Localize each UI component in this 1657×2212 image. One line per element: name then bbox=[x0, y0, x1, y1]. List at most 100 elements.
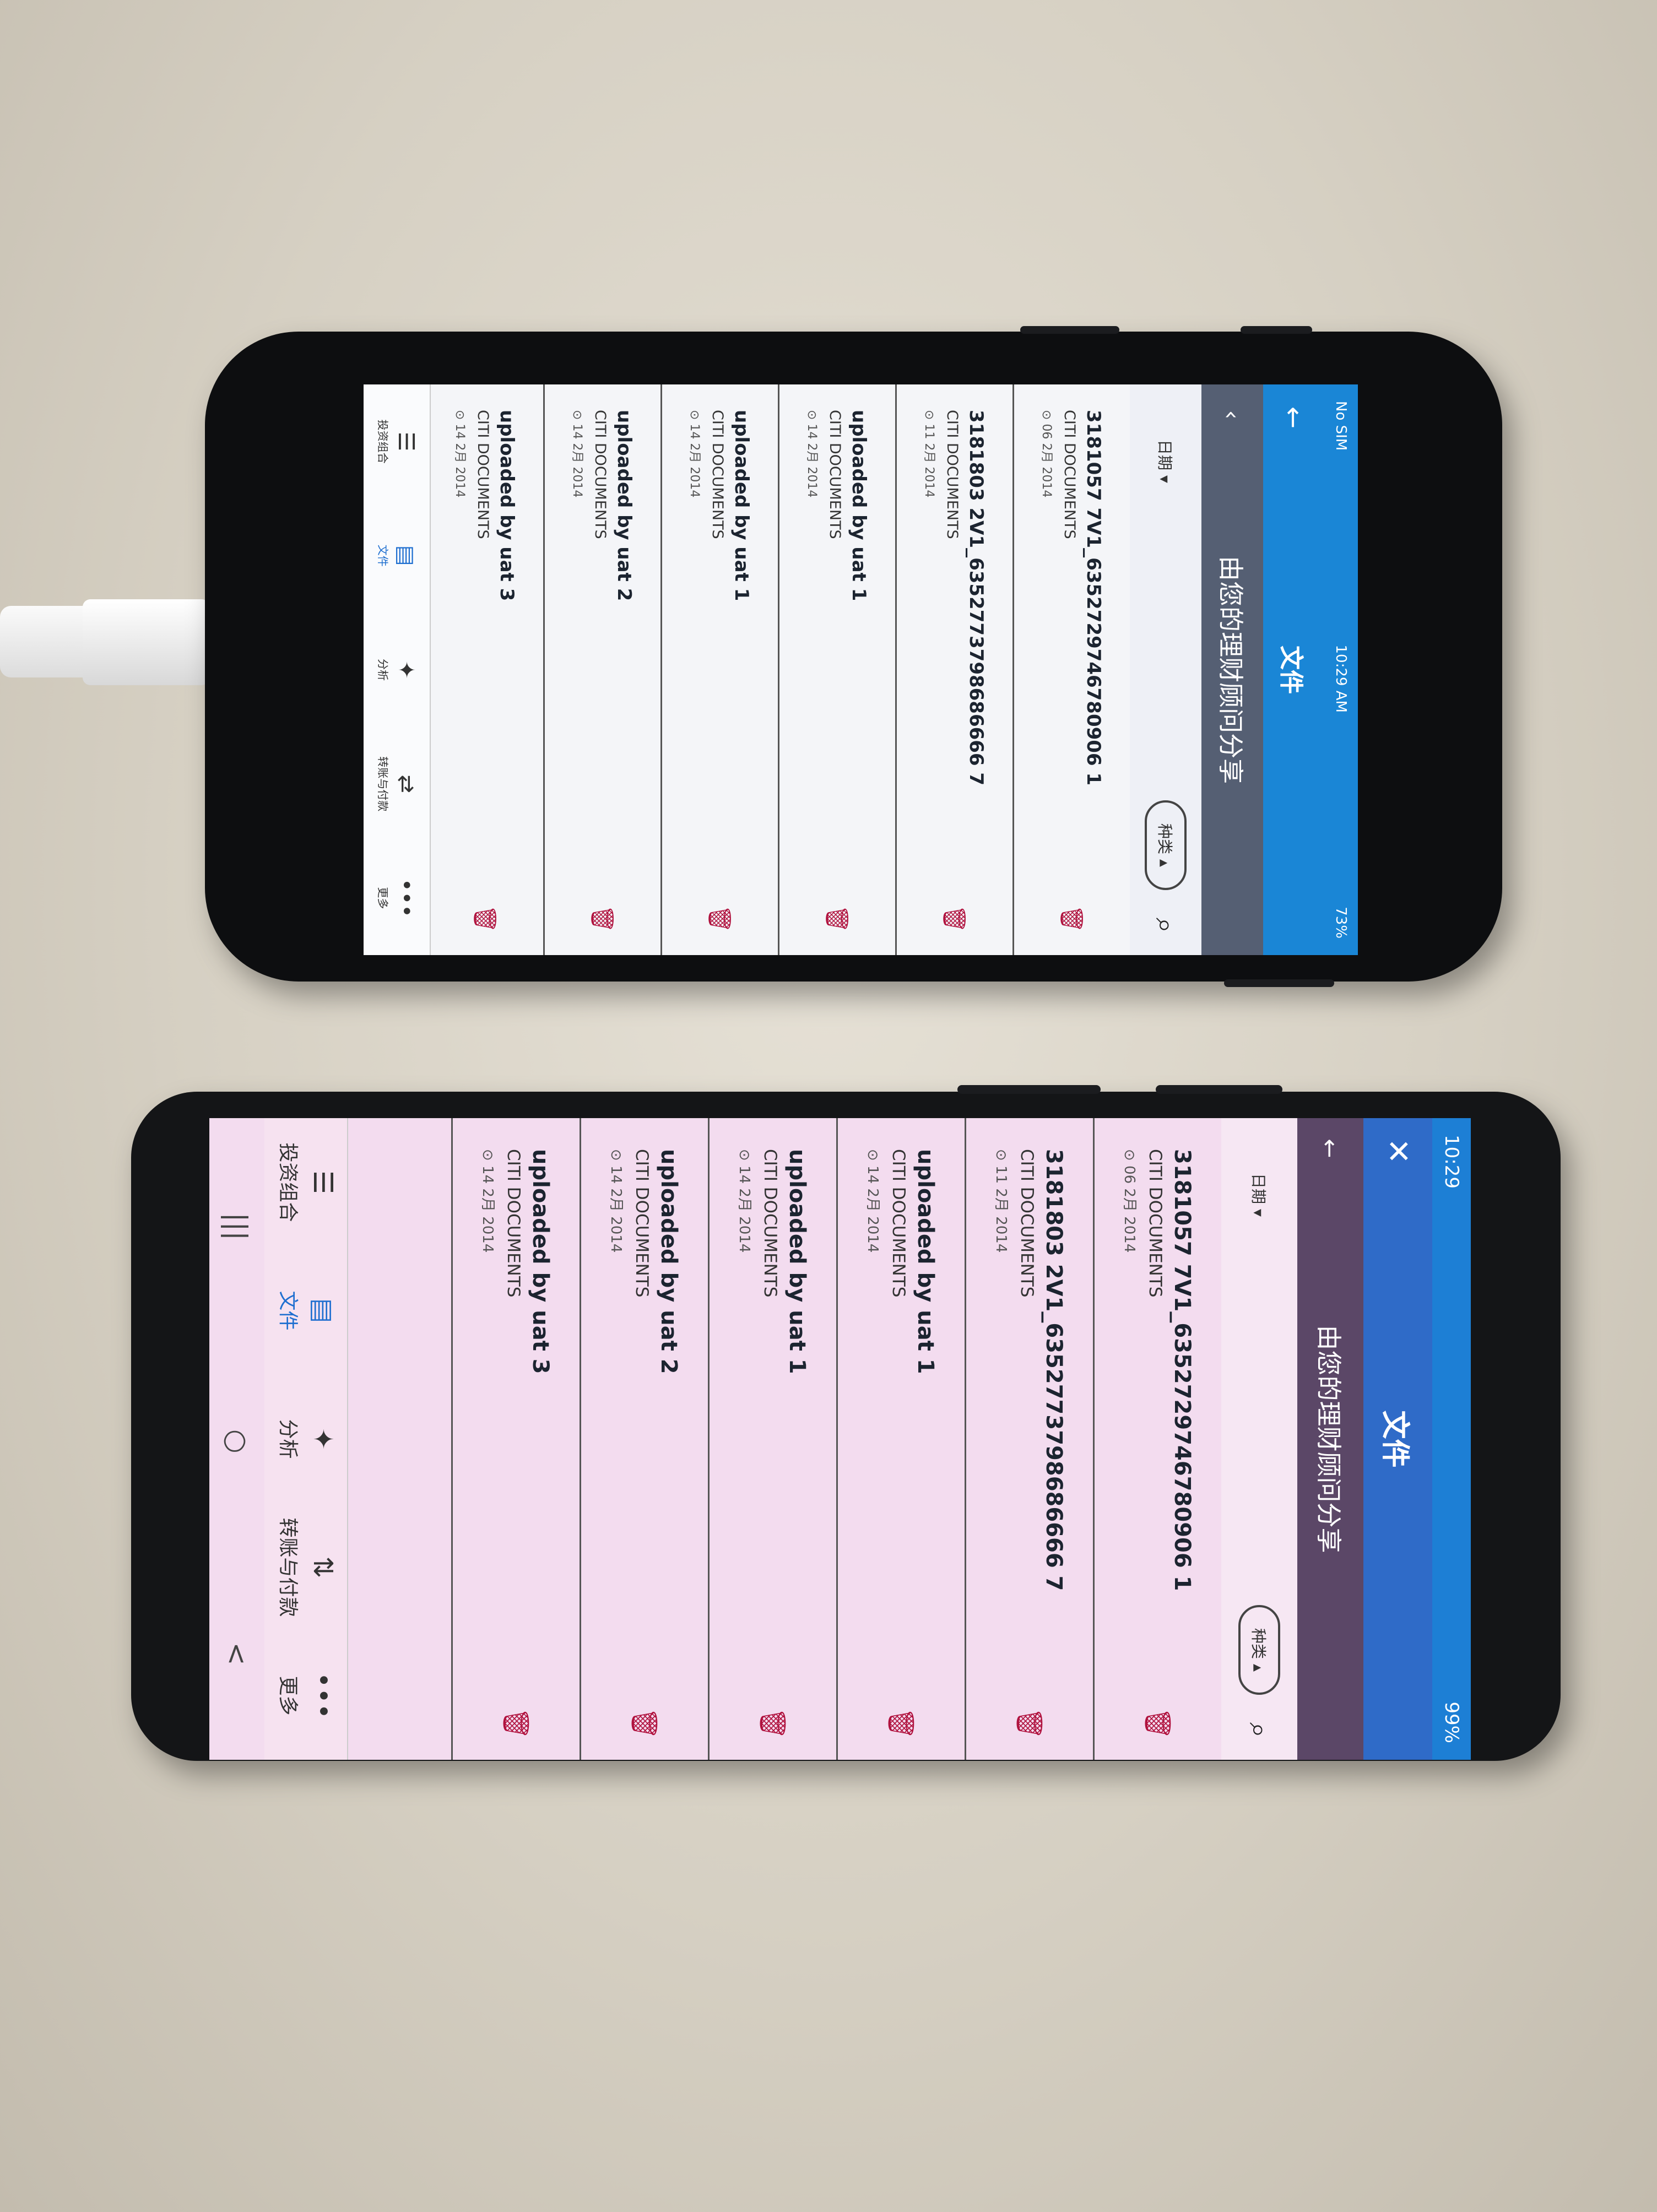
document-name: 3181057 7V1_6352729746780906 1 bbox=[1082, 410, 1105, 786]
back-arrow-icon[interactable]: ← bbox=[1317, 1118, 1344, 1179]
lightbulb-icon: ✦ bbox=[307, 1428, 338, 1450]
tab-label: 分析 bbox=[277, 1419, 299, 1459]
document-name: uploaded by uat 3 bbox=[496, 410, 518, 601]
tab-label: 文件 bbox=[376, 544, 390, 567]
document-info: uploaded by uat 1 CITI DOCUMENTS ⊙ 14 2月… bbox=[805, 410, 870, 902]
power-button bbox=[1224, 979, 1334, 987]
back-arrow-icon[interactable]: ← bbox=[1278, 384, 1309, 451]
search-icon[interactable]: ⌕ bbox=[1243, 1722, 1276, 1738]
document-name: uploaded by uat 1 bbox=[913, 1149, 939, 1374]
volume-button bbox=[1241, 326, 1312, 334]
transfer-icon: ⇅ bbox=[307, 1556, 338, 1579]
document-date: ⊙ 11 2月 2014 bbox=[922, 410, 936, 498]
document-icon: ▤ bbox=[393, 545, 419, 566]
status-bar: 10:29 99% bbox=[1432, 1118, 1471, 1760]
type-filter-button[interactable]: 种类 ▴ bbox=[1145, 800, 1187, 890]
delete-icon[interactable]: 🗑 bbox=[630, 1707, 660, 1740]
battery-level: 99% bbox=[1441, 1701, 1463, 1743]
delete-icon[interactable]: 🗑 bbox=[1143, 1707, 1173, 1740]
tab-more[interactable]: ••• 更多 bbox=[364, 841, 430, 955]
tab-documents[interactable]: ▤ 文件 bbox=[264, 1246, 347, 1375]
tab-more[interactable]: ••• 更多 bbox=[264, 1631, 347, 1760]
shared-by-advisor-bar: ‹ 由您的理财顾问分享 bbox=[1201, 384, 1263, 955]
portfolio-icon: ☰ bbox=[307, 1170, 338, 1195]
document-row[interactable]: uploaded by uat 2 CITI DOCUMENTS ⊙ 14 2月… bbox=[580, 1118, 708, 1760]
status-bar: No SIM 10:29 AM 73% bbox=[1324, 384, 1358, 955]
document-row[interactable]: uploaded by uat 1 CITI DOCUMENTS ⊙ 14 2月… bbox=[660, 384, 778, 955]
tab-transfers[interactable]: ⇅ 转账与付款 bbox=[264, 1503, 347, 1631]
document-icon: ▤ bbox=[307, 1298, 338, 1324]
back-icon[interactable]: < bbox=[221, 1642, 253, 1666]
delete-icon[interactable]: 🗑 bbox=[1059, 902, 1085, 935]
document-row[interactable]: uploaded by uat 3 CITI DOCUMENTS ⊙ 14 2月… bbox=[451, 1118, 580, 1760]
delete-icon[interactable]: 🗑 bbox=[942, 902, 968, 935]
document-date: ⊙ 14 2月 2014 bbox=[805, 410, 819, 498]
home-icon[interactable]: ○ bbox=[221, 1429, 253, 1454]
document-name: uploaded by uat 1 bbox=[730, 410, 753, 601]
document-info: uploaded by uat 3 CITI DOCUMENTS ⊙ 14 2月… bbox=[453, 410, 518, 902]
tab-documents[interactable]: ▤ 文件 bbox=[364, 498, 430, 612]
tab-analysis[interactable]: ✦ 分析 bbox=[264, 1375, 347, 1503]
document-row[interactable]: 3181803 2V1_6352773798686666 7 CITI DOCU… bbox=[965, 1118, 1093, 1760]
document-list: 3181057 7V1_6352729746780906 1 CITI DOCU… bbox=[348, 1118, 1221, 1760]
document-name: uploaded by uat 1 bbox=[784, 1149, 810, 1374]
recents-icon[interactable]: ||| bbox=[221, 1212, 253, 1240]
document-info: uploaded by uat 2 CITI DOCUMENTS ⊙ 14 2月… bbox=[608, 1149, 682, 1707]
document-name: uploaded by uat 2 bbox=[656, 1149, 682, 1374]
delete-icon[interactable]: 🗑 bbox=[758, 1707, 788, 1740]
document-date: ⊙ 14 2月 2014 bbox=[608, 1149, 625, 1253]
document-row[interactable]: uploaded by uat 1 CITI DOCUMENTS ⊙ 14 2月… bbox=[708, 1118, 836, 1760]
tab-portfolio[interactable]: ☰ 投资组合 bbox=[264, 1118, 347, 1246]
tab-label: 转账与付款 bbox=[376, 756, 390, 812]
more-icon: ••• bbox=[307, 1672, 338, 1719]
document-row[interactable]: uploaded by uat 2 CITI DOCUMENTS ⊙ 14 2月… bbox=[543, 384, 660, 955]
document-date: ⊙ 06 2月 2014 bbox=[1039, 410, 1054, 498]
type-filter-button[interactable]: 种类 ▴ bbox=[1238, 1605, 1280, 1695]
document-row[interactable]: 3181803 2V1_6352773798686666 7 CITI DOCU… bbox=[895, 384, 1012, 955]
tab-analysis[interactable]: ✦ 分析 bbox=[364, 612, 430, 727]
delete-icon[interactable]: 🗑 bbox=[1015, 1707, 1045, 1740]
search-icon[interactable]: ⌕ bbox=[1150, 918, 1182, 933]
system-navigation-bar: ||| ○ < bbox=[209, 1118, 264, 1760]
tab-bar: ☰ 投资组合 ▤ 文件 ✦ 分析 ⇄ 转账与付款 ••• 更多 bbox=[364, 384, 431, 955]
tab-label: 更多 bbox=[376, 887, 390, 909]
document-date: ⊙ 14 2月 2014 bbox=[453, 410, 467, 498]
delete-icon[interactable]: 🗑 bbox=[590, 902, 616, 935]
document-date: ⊙ 14 2月 2014 bbox=[479, 1149, 496, 1253]
document-row[interactable]: uploaded by uat 3 CITI DOCUMENTS ⊙ 14 2月… bbox=[431, 384, 543, 955]
carrier-label: No SIM bbox=[1333, 401, 1349, 451]
close-icon[interactable]: ✕ bbox=[1380, 1118, 1416, 1184]
document-date: ⊙ 14 2月 2014 bbox=[687, 410, 702, 498]
date-sort-button[interactable]: 日期 ▾ bbox=[1248, 1173, 1270, 1217]
tab-label: 文件 bbox=[277, 1291, 299, 1331]
document-info: uploaded by uat 1 CITI DOCUMENTS ⊙ 14 2月… bbox=[736, 1149, 810, 1707]
bottom-phone-screen: 10:29 99% ✕ 文件 ← 由您的理财顾问分享 日期 ▾ 种类 ▴ ⌕ 3… bbox=[209, 1118, 1471, 1760]
document-row[interactable]: 3181057 7V1_6352729746780906 1 CITI DOCU… bbox=[1093, 1118, 1221, 1760]
document-source: CITI DOCUMENTS bbox=[592, 410, 609, 539]
document-row[interactable]: uploaded by uat 1 CITI DOCUMENTS ⊙ 14 2月… bbox=[836, 1118, 965, 1760]
delete-icon[interactable]: 🗑 bbox=[473, 902, 499, 935]
top-phone-display: No SIM 10:29 AM 73% ← 文件 ‹ 由您的理财顾问分享 日期 … bbox=[364, 384, 1358, 955]
document-date: ⊙ 14 2月 2014 bbox=[570, 410, 584, 498]
document-row[interactable]: uploaded by uat 1 CITI DOCUMENTS ⊙ 14 2月… bbox=[778, 384, 895, 955]
document-source: CITI DOCUMENTS bbox=[1017, 1149, 1037, 1298]
document-source: CITI DOCUMENTS bbox=[474, 410, 492, 539]
delete-icon[interactable]: 🗑 bbox=[707, 902, 733, 935]
chevron-left-icon[interactable]: ‹ bbox=[1219, 384, 1246, 445]
tab-bar: ☰ 投资组合 ▤ 文件 ✦ 分析 ⇅ 转账与付款 ••• 更多 bbox=[264, 1118, 348, 1760]
document-source: CITI DOCUMENTS bbox=[944, 410, 961, 539]
shared-by-advisor-label: 由您的理财顾问分享 bbox=[1216, 556, 1246, 784]
tab-portfolio[interactable]: ☰ 投资组合 bbox=[364, 384, 430, 498]
filter-bar: 日期 ▾ 种类 ▴ ⌕ bbox=[1221, 1118, 1297, 1760]
delete-icon[interactable]: 🗑 bbox=[501, 1707, 532, 1740]
delete-icon[interactable]: 🗑 bbox=[825, 902, 851, 935]
document-list: 3181057 7V1_6352729746780906 1 CITI DOCU… bbox=[431, 384, 1130, 955]
document-info: 3181057 7V1_6352729746780906 1 CITI DOCU… bbox=[1039, 410, 1105, 902]
tab-transfers[interactable]: ⇄ 转账与付款 bbox=[364, 727, 430, 841]
date-sort-button[interactable]: 日期 ▾ bbox=[1155, 440, 1177, 483]
bottom-phone-display: 10:29 99% ✕ 文件 ← 由您的理财顾问分享 日期 ▾ 种类 ▴ ⌕ 3… bbox=[209, 1118, 1471, 1760]
document-name: uploaded by uat 2 bbox=[613, 410, 636, 601]
document-row[interactable]: 3181057 7V1_6352729746780906 1 CITI DOCU… bbox=[1012, 384, 1130, 955]
lightbulb-icon: ✦ bbox=[393, 660, 419, 679]
delete-icon[interactable]: 🗑 bbox=[886, 1707, 917, 1740]
